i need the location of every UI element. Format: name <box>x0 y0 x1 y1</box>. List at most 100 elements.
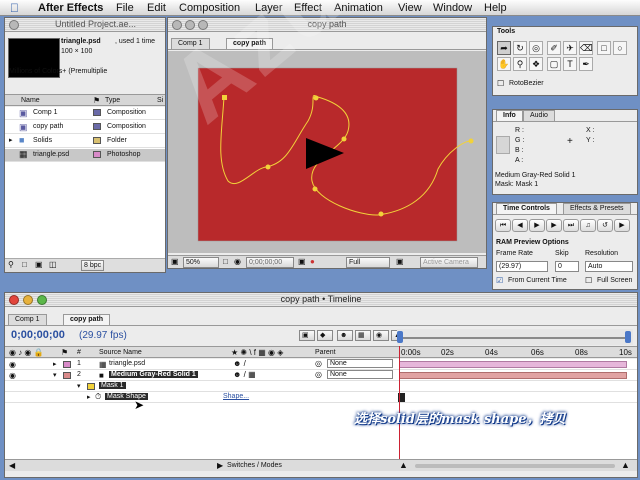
rotate-tool-icon[interactable]: ↻ <box>513 41 527 55</box>
zoom-select[interactable]: 50% <box>183 257 219 268</box>
tab-info[interactable]: Info <box>496 110 523 121</box>
shape-link[interactable]: Shape... <box>223 393 249 400</box>
comp-timecode[interactable]: 0;00;00;00 <box>246 257 294 268</box>
disclosure-triangle-icon[interactable]: ▾ <box>53 371 57 379</box>
zoom-in-icon[interactable]: ▲ <box>621 460 630 470</box>
pick-whip-icon[interactable]: ◎ <box>315 370 322 379</box>
menu-file[interactable]: File <box>116 2 134 14</box>
switches-modes-toggle[interactable]: Switches / Modes <box>227 462 282 469</box>
pan-behind-icon[interactable]: ❖ <box>529 57 543 71</box>
resolution-select[interactable]: Auto <box>585 261 633 272</box>
menu-app[interactable]: After Effects <box>38 2 103 14</box>
snapshot-icon[interactable]: ▣ <box>298 257 306 266</box>
menu-layer[interactable]: Layer <box>255 2 283 14</box>
expand-icon[interactable]: ▶ <box>217 461 223 470</box>
disclosure-triangle-icon[interactable]: ▸ <box>9 136 13 144</box>
eraser-tool-icon[interactable]: ⌫ <box>579 41 593 55</box>
zoom-slider[interactable] <box>415 464 615 468</box>
tab-comp-1[interactable]: Comp 1 <box>171 38 210 49</box>
first-frame-icon[interactable]: ⏮ <box>495 219 511 232</box>
loop-icon[interactable]: ↺ <box>597 219 613 232</box>
col-type[interactable]: Type <box>105 97 120 104</box>
menu-window[interactable]: Window <box>433 2 472 14</box>
visibility-icon[interactable]: ◉ <box>9 371 16 380</box>
mask-name[interactable]: Mask 1 <box>99 382 126 389</box>
col-parent[interactable]: Parent <box>315 349 336 356</box>
play-icon[interactable]: ▶ <box>529 219 545 232</box>
menu-composition[interactable]: Composition <box>179 2 240 14</box>
camera-icon[interactable]: ◉ <box>234 257 241 266</box>
tab-time-controls[interactable]: Time Controls <box>496 203 557 214</box>
tab-comp-1[interactable]: Comp 1 <box>8 314 47 325</box>
col-source-name[interactable]: Source Name <box>99 349 142 356</box>
shy-switch-icon[interactable]: ☻ / ▦ <box>233 370 256 379</box>
resolution-select[interactable]: Full <box>346 257 390 268</box>
col-name[interactable]: Name <box>21 97 40 104</box>
project-item[interactable]: ▣ Comp 1 Composition <box>5 107 165 120</box>
skip-field[interactable]: 0 <box>555 261 579 272</box>
close-button[interactable] <box>9 20 19 30</box>
channel-icon[interactable]: ● <box>310 257 315 266</box>
folder-new-icon[interactable]: □ <box>22 260 27 269</box>
hand-tool-icon[interactable]: ✋ <box>497 57 511 71</box>
orbit-tool-icon[interactable]: ◎ <box>529 41 543 55</box>
parent-select[interactable]: None <box>327 359 393 368</box>
tab-audio[interactable]: Audio <box>523 110 555 121</box>
comp-marker-icon[interactable]: ▣ <box>299 330 315 341</box>
layer-row[interactable]: ◉ ▾ 2 ■ Medium Gray-Red Solid 1 ☻ / ▦ ◎ … <box>5 370 637 381</box>
menu-help[interactable]: Help <box>484 2 507 14</box>
ram-preview-icon[interactable]: ▶ <box>614 219 630 232</box>
disclosure-triangle-icon[interactable]: ▸ <box>53 360 57 368</box>
frame-blend-icon[interactable]: ▦ <box>355 330 371 341</box>
title-safe-icon[interactable]: □ <box>223 257 228 266</box>
current-time-indicator[interactable] <box>399 346 400 466</box>
ellipse-tool-icon[interactable]: ○ <box>613 41 627 55</box>
timeline-timecode[interactable]: 0;00;00;00 <box>11 329 65 341</box>
parent-select[interactable]: None <box>327 370 393 379</box>
find-icon[interactable]: ⚲ <box>8 260 14 269</box>
selection-tool-icon[interactable]: ➦ <box>497 41 511 55</box>
always-preview-icon[interactable]: ▣ <box>171 257 179 266</box>
navigator-start-handle[interactable] <box>397 331 403 343</box>
frame-rate-select[interactable]: (29.97) <box>496 261 548 272</box>
audio-icon[interactable]: ♫ <box>580 219 596 232</box>
new-comp-icon[interactable]: ▣ <box>35 260 43 269</box>
last-frame-icon[interactable]: ⏭ <box>563 219 579 232</box>
from-current-checkbox[interactable]: ☑ <box>496 276 503 285</box>
apple-icon[interactable]:  <box>10 1 19 15</box>
layer-duration-bar[interactable] <box>399 372 627 379</box>
draft-3d-icon[interactable]: ◆ <box>317 330 333 341</box>
zoom-tool-icon[interactable]: ⚲ <box>513 57 527 71</box>
bpc-button[interactable]: 8 bpc <box>81 260 105 271</box>
tab-copy-path[interactable]: copy path <box>226 38 274 49</box>
project-item-selected[interactable]: ▦ triangle.psd Photoshop <box>5 149 165 162</box>
brush-tool-icon[interactable]: ✐ <box>547 41 561 55</box>
menu-view[interactable]: View <box>398 2 422 14</box>
region-icon[interactable]: ▣ <box>396 257 404 266</box>
expand-icon[interactable]: ◀ <box>9 461 15 470</box>
next-frame-icon[interactable]: ▶ <box>546 219 562 232</box>
disclosure-triangle-icon[interactable]: ▾ <box>77 382 81 390</box>
mask-tool-icon[interactable]: ▢ <box>547 57 561 71</box>
full-screen-checkbox[interactable]: ☐ <box>585 276 592 285</box>
navigator-end-handle[interactable] <box>625 331 631 343</box>
rectangle-tool-icon[interactable]: □ <box>597 41 611 55</box>
tab-copy-path[interactable]: copy path <box>63 314 111 325</box>
col-size[interactable]: Si <box>157 97 163 104</box>
mask-color-swatch[interactable] <box>87 383 95 390</box>
time-navigator[interactable] <box>397 329 633 345</box>
shy-switch-icon[interactable]: ☻ / <box>233 359 246 368</box>
type-tool-icon[interactable]: T <box>563 57 577 71</box>
menu-effect[interactable]: Effect <box>294 2 322 14</box>
trash-icon[interactable]: ◫ <box>49 260 57 269</box>
zoom-out-icon[interactable]: ▲ <box>399 460 408 470</box>
menu-edit[interactable]: Edit <box>147 2 166 14</box>
camera-select[interactable]: Active Camera <box>420 257 478 268</box>
motion-blur-icon[interactable]: ◉ <box>373 330 389 341</box>
layer-duration-bar[interactable] <box>399 361 627 368</box>
project-item[interactable]: ▸ ■ Solids Folder <box>5 135 165 148</box>
work-area-bar[interactable] <box>401 337 629 339</box>
pick-whip-icon[interactable]: ◎ <box>315 359 322 368</box>
clone-tool-icon[interactable]: ✈ <box>563 41 577 55</box>
pen-tool-icon[interactable]: ✒ <box>579 57 593 71</box>
